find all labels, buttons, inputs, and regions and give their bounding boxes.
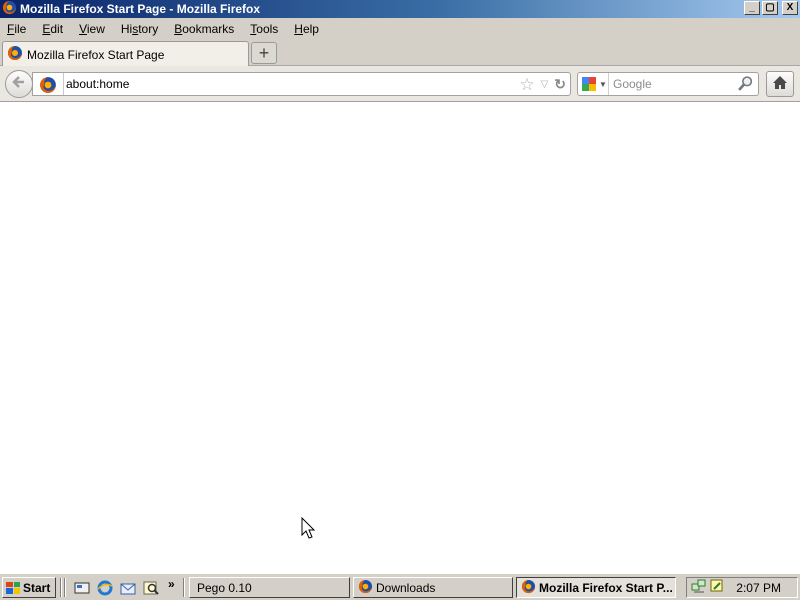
search-input[interactable]: [613, 76, 733, 92]
firefox-logo-icon: [7, 45, 23, 64]
menu-history[interactable]: History: [121, 22, 158, 36]
menu-view[interactable]: View: [79, 22, 105, 36]
close-button[interactable]: X: [782, 1, 798, 15]
search-engine-button[interactable]: ▼: [582, 77, 607, 91]
search-icon[interactable]: [142, 579, 160, 597]
chevron-down-icon: ▼: [599, 79, 607, 89]
url-input[interactable]: [66, 76, 506, 92]
menu-bookmarks[interactable]: Bookmarks: [174, 22, 234, 36]
task-pego[interactable]: Pego 0.10: [189, 577, 350, 598]
outlook-express-icon[interactable]: [119, 579, 137, 597]
taskbar-separator: [60, 578, 62, 597]
menu-bar: File Edit View History Bookmarks Tools H…: [0, 18, 800, 40]
restore-button[interactable]: ▢: [762, 1, 778, 15]
home-button[interactable]: [766, 71, 794, 97]
home-icon: [772, 75, 788, 93]
bookmark-star-icon[interactable]: ☆: [519, 76, 534, 93]
mouse-cursor-icon: [301, 516, 316, 544]
clock[interactable]: 2:07 PM: [736, 581, 781, 595]
firefox-logo-icon: [521, 579, 536, 597]
task-firefox[interactable]: Mozilla Firefox Start P...: [516, 577, 676, 598]
menu-tools[interactable]: Tools: [250, 22, 278, 36]
close-icon: X: [786, 2, 794, 13]
taskbar-separator: [64, 578, 66, 597]
reload-icon[interactable]: ↻: [554, 76, 566, 93]
taskbar: Start » Pego 0.10 Downloads Mozilla Fire…: [0, 573, 800, 600]
task-label: Pego 0.10: [197, 580, 252, 595]
site-identity-icon[interactable]: [39, 76, 57, 97]
minimize-button[interactable]: _: [744, 1, 760, 15]
page-content[interactable]: [0, 102, 800, 573]
title-bar: Mozilla Firefox Start Page - Mozilla Fir…: [0, 0, 800, 18]
menu-help[interactable]: Help: [294, 22, 319, 36]
task-downloads[interactable]: Downloads: [353, 577, 513, 598]
firefox-logo-icon: [358, 579, 373, 597]
task-label: Downloads: [376, 580, 436, 595]
tab-label: Mozilla Firefox Start Page: [27, 47, 165, 62]
search-separator: [608, 73, 609, 95]
url-separator: [63, 73, 64, 95]
quick-launch-chevron[interactable]: »: [168, 577, 175, 591]
url-bar[interactable]: ☆ ▽ ↻: [32, 72, 571, 96]
google-icon: [582, 77, 596, 91]
tab-strip: Mozilla Firefox Start Page +: [0, 40, 800, 67]
window-title: Mozilla Firefox Start Page - Mozilla Fir…: [20, 2, 261, 16]
minimize-icon: _: [749, 2, 755, 13]
magnifier-icon[interactable]: [737, 75, 754, 95]
firefox-logo-icon: [2, 0, 17, 18]
windows-logo-icon: [6, 581, 20, 594]
start-label: Start: [23, 580, 51, 595]
back-arrow-icon: [12, 75, 26, 94]
new-tab-button[interactable]: +: [251, 42, 277, 64]
tab-start-page[interactable]: Mozilla Firefox Start Page: [2, 41, 249, 67]
back-button[interactable]: [5, 70, 33, 98]
menu-file[interactable]: File: [7, 22, 26, 36]
history-dropdown-icon[interactable]: ▽: [541, 79, 549, 90]
safely-remove-hardware-icon[interactable]: [709, 578, 725, 597]
network-icon[interactable]: [691, 578, 707, 597]
start-button[interactable]: Start: [2, 577, 56, 598]
task-label: Mozilla Firefox Start P...: [539, 580, 673, 595]
menu-edit[interactable]: Edit: [42, 22, 63, 36]
taskbar-separator: [183, 578, 185, 597]
search-bar[interactable]: ▼: [577, 72, 759, 96]
show-desktop-icon[interactable]: [73, 579, 91, 597]
internet-explorer-icon[interactable]: [96, 579, 114, 597]
navigation-toolbar: ☆ ▽ ↻ ▼: [0, 66, 800, 102]
system-tray: 2:07 PM: [686, 577, 798, 598]
plus-icon: +: [258, 42, 270, 63]
restore-icon: ▢: [765, 2, 775, 13]
